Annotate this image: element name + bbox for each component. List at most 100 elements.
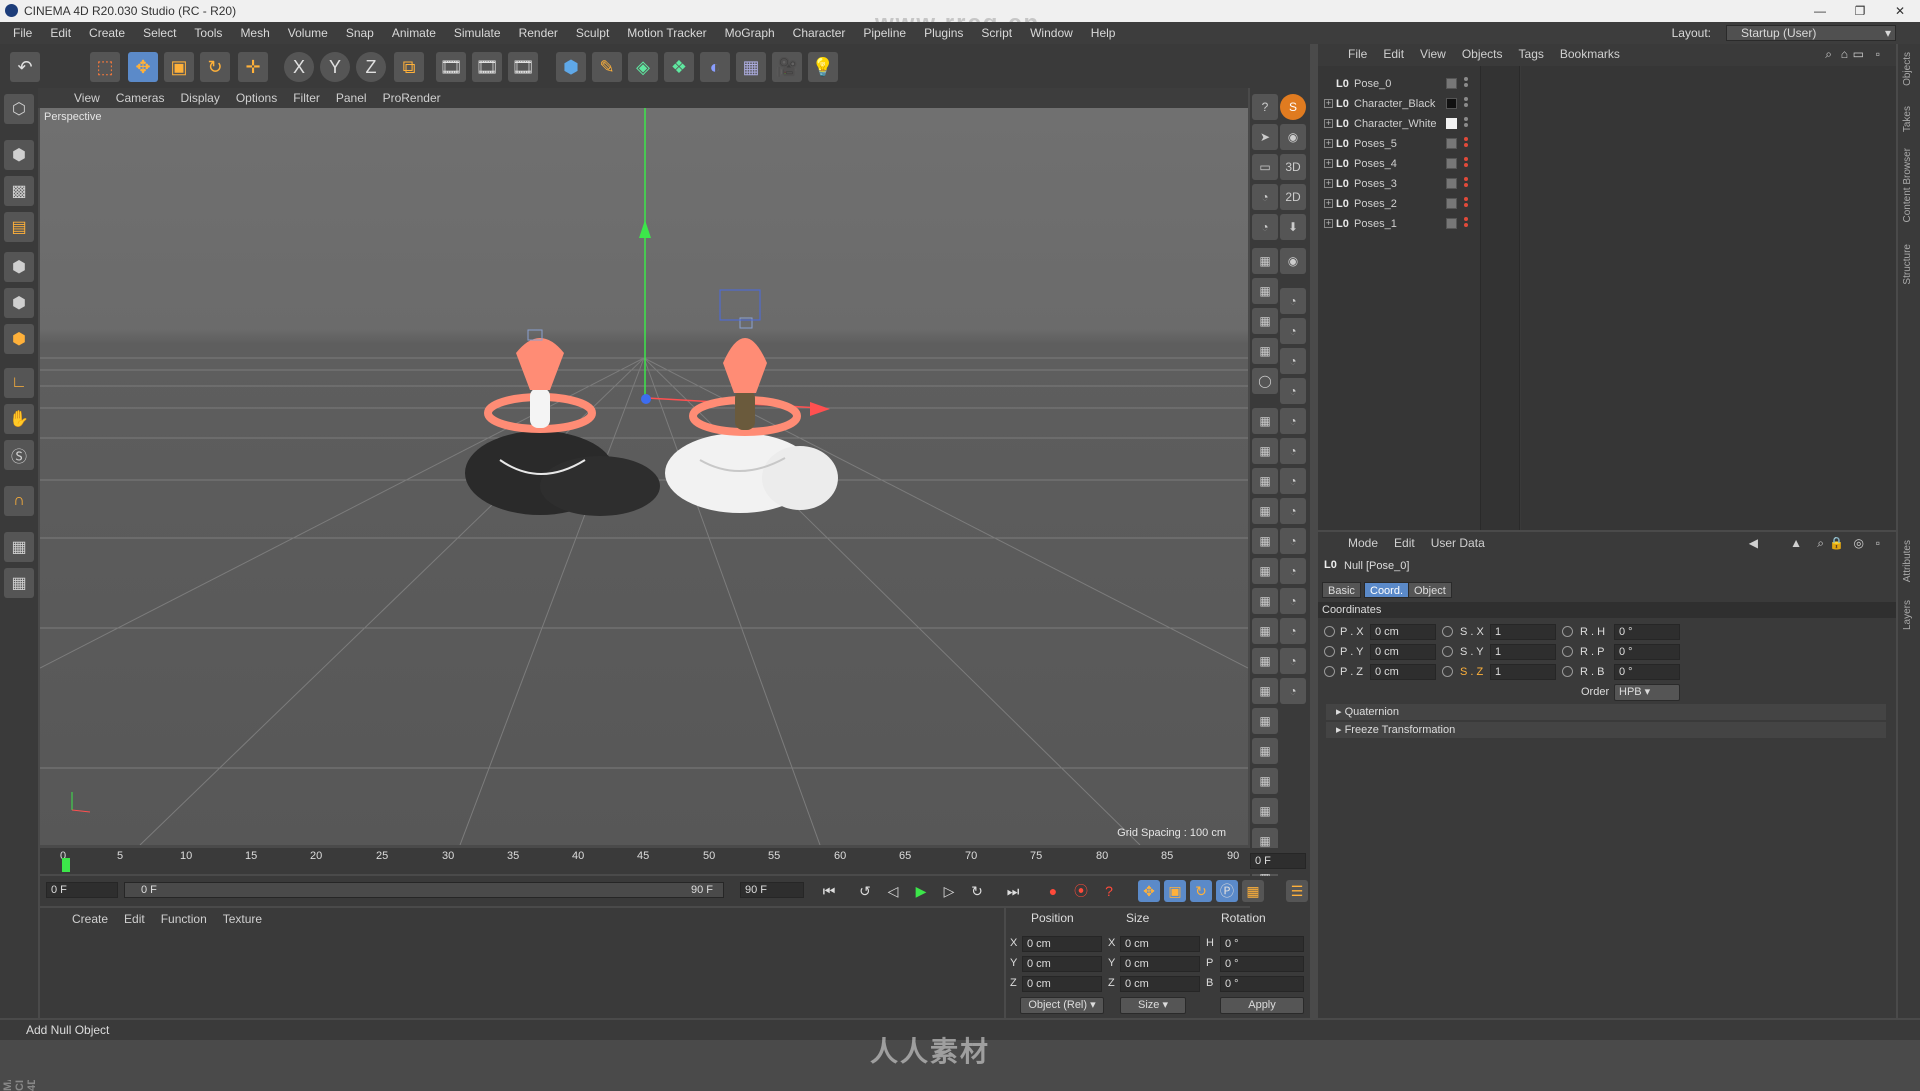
maximize-icon[interactable]: ❐	[1840, 0, 1880, 22]
om-menu-file[interactable]: File	[1340, 47, 1375, 61]
character-white[interactable]	[665, 289, 838, 513]
menu-render[interactable]: Render	[510, 26, 567, 40]
menu-tools[interactable]: Tools	[185, 26, 231, 40]
material-tag-black[interactable]	[1446, 98, 1457, 109]
2d-icon[interactable]: 2D	[1280, 184, 1306, 210]
tab-attributes[interactable]: Attributes	[1902, 540, 1913, 582]
orange-brush-icon[interactable]: ◉	[1280, 248, 1306, 274]
render-settings-icon[interactable]: 🎞	[508, 52, 538, 82]
rot-p-field[interactable]: 0 °	[1220, 956, 1304, 972]
size-y-field[interactable]: 0 cm	[1120, 956, 1200, 972]
freeze-transformation-section[interactable]: ▸ Freeze Transformation	[1326, 722, 1886, 738]
check-tag-icon[interactable]	[1446, 198, 1457, 209]
om-menu-objects[interactable]: Objects	[1454, 47, 1511, 61]
frame-range-slider[interactable]: 0 F 90 F	[124, 882, 724, 898]
record-keys-icon[interactable]: ●	[1042, 880, 1064, 902]
magnet-icon[interactable]: ∩	[4, 486, 34, 516]
keyframe-radio[interactable]	[1562, 666, 1573, 677]
sculpt-icon[interactable]: ◔	[1252, 214, 1278, 240]
deformer-icon[interactable]: ◐	[700, 52, 730, 82]
menu-help[interactable]: Help	[1082, 26, 1125, 40]
menu-mograph[interactable]: MoGraph	[716, 26, 784, 40]
go-to-end-icon[interactable]: ⏭	[1002, 880, 1024, 902]
start-frame-field[interactable]: 0 F	[46, 882, 118, 898]
mat-menu-texture[interactable]: Texture	[215, 912, 270, 926]
pos-x-field[interactable]: 0 cm	[1022, 936, 1102, 952]
tab-takes[interactable]: Takes	[1902, 106, 1913, 132]
pen-spline-icon[interactable]: ✎	[592, 52, 622, 82]
sculpt-brush-icon[interactable]: ◔	[1280, 588, 1306, 614]
paint-icon[interactable]: ◔	[1252, 184, 1278, 210]
3d-icon[interactable]: 3D	[1280, 154, 1306, 180]
grid-icon[interactable]: ▦	[1252, 768, 1278, 794]
expand-icon[interactable]: +	[1324, 179, 1333, 188]
subdivision-icon[interactable]: ◈	[628, 52, 658, 82]
menu-pipeline[interactable]: Pipeline	[854, 26, 915, 40]
keyframe-radio[interactable]	[1562, 646, 1573, 657]
sculpt-brush-icon[interactable]: ◔	[1280, 648, 1306, 674]
cube-icon[interactable]: ⬢	[556, 52, 586, 82]
y-axis-arrow[interactable]	[639, 220, 651, 238]
visibility-dots[interactable]	[1464, 217, 1468, 231]
py-field[interactable]: 0 cm	[1370, 644, 1436, 660]
back-arrow-icon[interactable]: ◀	[1741, 536, 1766, 550]
rect-select-icon[interactable]: ▭	[1252, 154, 1278, 180]
rotate-icon[interactable]: ↻	[200, 52, 230, 82]
coord-size-select[interactable]: Size ▾	[1120, 997, 1186, 1014]
menu-edit[interactable]: Edit	[41, 26, 80, 40]
grid-icon[interactable]: ▦	[1252, 528, 1278, 554]
px-field[interactable]: 0 cm	[1370, 624, 1436, 640]
visibility-dots[interactable]	[1464, 177, 1468, 191]
visibility-dots[interactable]	[1464, 197, 1468, 211]
sy-field[interactable]: 1	[1490, 644, 1556, 660]
panel-menu-icon[interactable]: ▫	[1868, 47, 1888, 61]
sculpt-brush-icon[interactable]: ◔	[1280, 348, 1306, 374]
minimize-icon[interactable]: —	[1800, 0, 1840, 22]
cloner-icon[interactable]: ❖	[664, 52, 694, 82]
mat-menu-create[interactable]: Create	[64, 912, 116, 926]
move-key-icon[interactable]: ✥	[1138, 880, 1160, 902]
next-key-icon[interactable]: ↻	[966, 880, 988, 902]
z-axis-handle[interactable]	[641, 394, 651, 404]
vp-menu-view[interactable]: View	[66, 91, 108, 105]
rp-field[interactable]: 0 °	[1614, 644, 1680, 660]
light-icon[interactable]: 💡	[808, 52, 838, 82]
tab-object[interactable]: Object	[1408, 582, 1452, 598]
keyframe-radio[interactable]	[1324, 666, 1335, 677]
check-tag-icon[interactable]	[1446, 78, 1457, 89]
tab-coord[interactable]: Coord.	[1364, 582, 1410, 598]
sculpt-brush-icon[interactable]: ◔	[1280, 468, 1306, 494]
live-selection-icon[interactable]: ⬚	[90, 52, 120, 82]
sculpt-brush-icon[interactable]: ◔	[1280, 678, 1306, 704]
vp-menu-display[interactable]: Display	[172, 91, 227, 105]
menu-window[interactable]: Window	[1021, 26, 1082, 40]
menu-select[interactable]: Select	[134, 26, 185, 40]
size-z-field[interactable]: 0 cm	[1120, 976, 1200, 992]
model-mode-icon[interactable]: ⬢	[4, 140, 34, 170]
grid-icon[interactable]: ▦	[1252, 648, 1278, 674]
object-row[interactable]: + L0 Poses_5	[1318, 134, 1896, 154]
pz-field[interactable]: 0 cm	[1370, 664, 1436, 680]
rot-h-field[interactable]: 0 °	[1220, 936, 1304, 952]
coordinate-system-icon[interactable]: ⧉	[394, 52, 424, 82]
quaternion-section[interactable]: ▸ Quaternion	[1326, 704, 1886, 720]
timeline-ruler[interactable]: 0 5 10 15 20 25 30 35 40 45 50 55 60 65 …	[40, 848, 1310, 874]
menu-simulate[interactable]: Simulate	[445, 26, 510, 40]
pointer-icon[interactable]: ➤	[1252, 124, 1278, 150]
sculpt-brush-icon[interactable]: ◔	[1280, 558, 1306, 584]
object-row[interactable]: + L0 Poses_2	[1318, 194, 1896, 214]
rh-field[interactable]: 0 °	[1614, 624, 1680, 640]
tab-content-browser[interactable]: Content Browser	[1902, 148, 1913, 222]
sculpt-brush-icon[interactable]: ◔	[1280, 408, 1306, 434]
om-menu-tags[interactable]: Tags	[1511, 47, 1552, 61]
tweak-mode-icon[interactable]: ✋	[4, 404, 34, 434]
sz-field[interactable]: 1	[1490, 664, 1556, 680]
grid-icon[interactable]: ▦	[1252, 708, 1278, 734]
param-key-icon[interactable]: Ⓟ	[1216, 880, 1238, 902]
object-row[interactable]: + L0 Poses_4	[1318, 154, 1896, 174]
menu-motion-tracker[interactable]: Motion Tracker	[618, 26, 715, 40]
om-menu-edit[interactable]: Edit	[1375, 47, 1412, 61]
keyframe-radio[interactable]	[1442, 626, 1453, 637]
expand-icon[interactable]: +	[1324, 139, 1333, 148]
expand-icon[interactable]: +	[1324, 159, 1333, 168]
